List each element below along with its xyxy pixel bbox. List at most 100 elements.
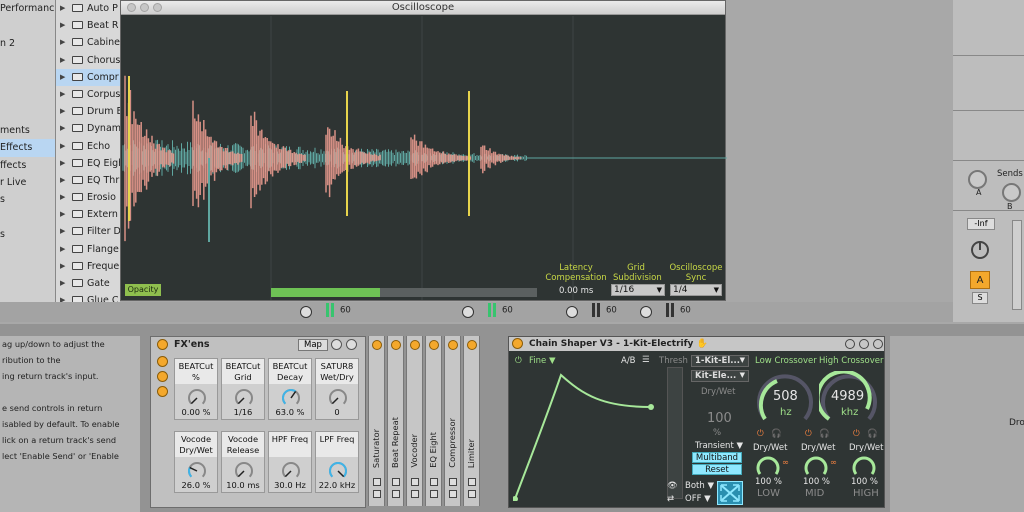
transient-dropdown[interactable]: Transient ▼: [695, 441, 743, 451]
category-item[interactable]: [0, 243, 55, 260]
disclosure-triangle-icon[interactable]: ▶: [60, 172, 65, 189]
pan-knob-mini[interactable]: [640, 306, 652, 318]
fader-value[interactable]: 60: [680, 306, 691, 316]
device-options-icon[interactable]: [392, 478, 400, 486]
volume-fader[interactable]: [1012, 220, 1022, 310]
category-item[interactable]: [0, 87, 55, 104]
browser-item[interactable]: ▶ Erosio: [56, 189, 120, 206]
oscilloscope-sync-dropdown[interactable]: 1/4 ▼: [670, 284, 722, 296]
disclosure-triangle-icon[interactable]: ▶: [60, 0, 65, 17]
browser-item[interactable]: ▶ Compr: [56, 68, 120, 86]
rack-save-icon[interactable]: [346, 339, 357, 350]
headphones-icon[interactable]: 🎧: [867, 429, 878, 439]
macro-dial[interactable]: [327, 461, 349, 479]
device-save-icon[interactable]: [430, 490, 438, 498]
device-save-icon[interactable]: [392, 490, 400, 498]
device-rack-collapsed[interactable]: Limiter: [463, 336, 480, 506]
disclosure-triangle-icon[interactable]: ▶: [60, 223, 65, 240]
device-rack-collapsed[interactable]: Vocoder: [406, 336, 423, 506]
disclosure-triangle-icon[interactable]: ▶: [60, 206, 65, 223]
category-item[interactable]: ffects: [0, 157, 55, 174]
browser-item[interactable]: ▶ Chorus: [56, 52, 120, 69]
fxens-power-button[interactable]: [157, 339, 168, 350]
menu-icon[interactable]: ☰: [642, 355, 650, 365]
browser-item[interactable]: ▶ Drum E: [56, 103, 120, 120]
headphones-icon[interactable]: 🎧: [819, 429, 830, 439]
browser-item[interactable]: ▶ Cabine: [56, 34, 120, 51]
device-power-button[interactable]: [410, 340, 420, 350]
macro-knob[interactable]: HPF Freq 30.0 Hz: [268, 431, 312, 493]
macro-dial[interactable]: [233, 388, 255, 406]
browser-item[interactable]: ▶ EQ Eigh: [56, 155, 120, 172]
browser-item[interactable]: ▶ Echo: [56, 138, 120, 155]
category-item[interactable]: [0, 52, 55, 69]
pan-knob[interactable]: [968, 238, 992, 260]
browser-item[interactable]: ▶ EQ Thr: [56, 172, 120, 189]
disclosure-triangle-icon[interactable]: ▶: [60, 52, 65, 69]
pan-knob-mini[interactable]: [566, 306, 578, 318]
macro-knob[interactable]: BEATCut Grid 1/16: [221, 358, 265, 420]
device-options-icon[interactable]: [845, 339, 855, 349]
rack-options-icon[interactable]: [331, 339, 342, 350]
both-dropdown[interactable]: Both ▼: [685, 481, 714, 491]
macro-dial[interactable]: [186, 461, 208, 479]
macro-knob[interactable]: BEATCut Decay 63.0 %: [268, 358, 312, 420]
eye-icon[interactable]: 👁: [667, 481, 678, 491]
device-power-button[interactable]: [467, 340, 477, 350]
device-hotswap-icon[interactable]: [859, 339, 869, 349]
off-dropdown[interactable]: OFF ▼: [685, 494, 711, 504]
disclosure-triangle-icon[interactable]: ▶: [60, 258, 65, 275]
band-drywet-value[interactable]: 100 %: [803, 477, 830, 487]
disclosure-triangle-icon[interactable]: ▶: [60, 138, 65, 155]
disclosure-triangle-icon[interactable]: ▶: [60, 69, 65, 86]
mode-dropdown[interactable]: Fine ▼: [529, 356, 556, 366]
close-icon[interactable]: [127, 3, 136, 12]
category-item[interactable]: s: [0, 191, 55, 208]
opacity-button[interactable]: Opacity: [125, 284, 161, 296]
disclosure-triangle-icon[interactable]: ▶: [60, 292, 65, 302]
show-chains-button[interactable]: [157, 371, 168, 382]
device-rack-collapsed[interactable]: Saturator: [368, 336, 385, 506]
send-b-knob[interactable]: [1002, 183, 1021, 202]
disclosure-triangle-icon[interactable]: ▶: [60, 241, 65, 258]
macro-dial[interactable]: [280, 388, 302, 406]
device-options-icon[interactable]: [373, 478, 381, 486]
chain-shaper-power-button[interactable]: [512, 338, 523, 349]
power-icon[interactable]: ⏻: [515, 356, 522, 366]
minimize-icon[interactable]: [140, 3, 149, 12]
multiband-button[interactable]: Multiband: [692, 452, 742, 463]
category-item[interactable]: r Live: [0, 174, 55, 191]
disclosure-triangle-icon[interactable]: ▶: [60, 86, 65, 103]
category-item[interactable]: ments: [0, 122, 55, 139]
device-options-icon[interactable]: [468, 478, 476, 486]
link-icon[interactable]: ∞: [830, 458, 837, 468]
band-drywet-knob[interactable]: [755, 454, 781, 478]
band-drywet-value[interactable]: 100 %: [851, 477, 878, 487]
band-drywet-value[interactable]: 100 %: [755, 477, 782, 487]
show-devices-button[interactable]: [157, 386, 168, 397]
category-item[interactable]: [0, 70, 55, 87]
ab-button[interactable]: A/B: [621, 356, 636, 366]
device-power-button[interactable]: [429, 340, 439, 350]
device-options-icon[interactable]: [430, 478, 438, 486]
browser-item[interactable]: ▶ Beat R: [56, 17, 120, 34]
macro-knob[interactable]: Vocode Release 10.0 ms: [221, 431, 265, 493]
grid-subdivision-dropdown[interactable]: 1/16 ▼: [611, 284, 665, 296]
device-save-icon[interactable]: [468, 490, 476, 498]
pan-knob-mini[interactable]: [300, 306, 312, 318]
device-power-button[interactable]: [391, 340, 401, 350]
low-crossover-value[interactable]: 508: [773, 389, 798, 404]
browser-item[interactable]: ▶ Freque: [56, 258, 120, 275]
browser-item[interactable]: ▶ Auto P: [56, 0, 120, 17]
category-item[interactable]: Performanc: [0, 0, 55, 17]
chain-select-2[interactable]: Kit-Ele... ▼: [691, 370, 749, 382]
category-item[interactable]: [0, 17, 55, 34]
high-crossover-value[interactable]: 4989: [831, 389, 864, 404]
macro-dial[interactable]: [233, 461, 255, 479]
browser-item[interactable]: ▶ Glue C: [56, 292, 120, 302]
chain-select-1[interactable]: 1-Kit-El... ▼: [691, 355, 749, 367]
pan-knob-mini[interactable]: [462, 306, 474, 318]
latency-value[interactable]: 0.00 ms: [559, 286, 593, 296]
browser-item[interactable]: ▶ Filter D: [56, 223, 120, 240]
disclosure-triangle-icon[interactable]: ▶: [60, 155, 65, 172]
